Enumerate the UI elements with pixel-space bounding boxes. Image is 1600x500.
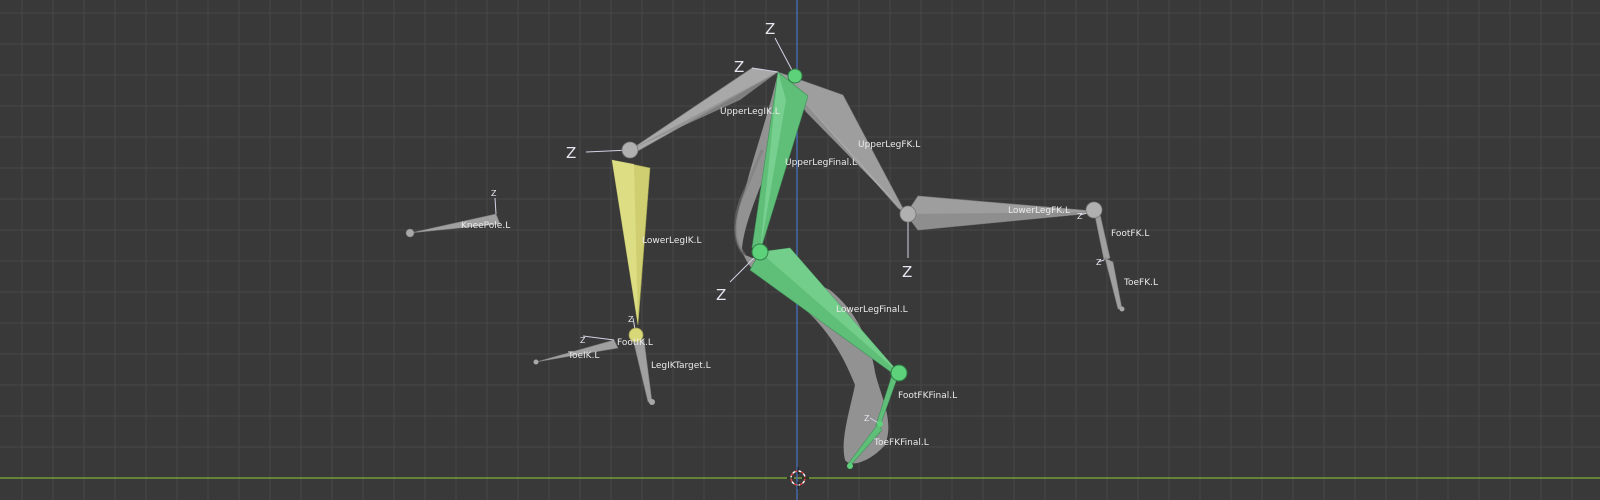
axis-z-knee-final: Z	[716, 286, 726, 304]
label-lowerlegfk: LowerLegFK.L	[1008, 206, 1070, 216]
axis-z-footik: Z	[628, 315, 634, 324]
label-footik: FootIK.L	[617, 338, 653, 348]
label-upperlegik: UpperLegIK.L	[720, 107, 780, 117]
joint-ankle-final	[890, 364, 908, 382]
bone-footfk[interactable]	[1093, 210, 1111, 261]
label-lowerlegfinal: LowerLegFinal.L	[836, 305, 908, 315]
label-kneepole: KneePole.L	[461, 221, 510, 231]
joint-knee-fk	[899, 205, 917, 223]
viewport-canvas[interactable]: Z Z Z Z Z Z Z Z Z Z Z UpperLegIK.L Upper…	[0, 0, 1600, 500]
axis-z-hip: Z	[765, 20, 775, 38]
axis-z-toeik: Z	[580, 336, 586, 345]
label-toefkfinal: ToeFKFinal.L	[873, 438, 929, 448]
label-upperlegfk: UpperLegFK.L	[858, 140, 920, 150]
3d-viewport[interactable]: Z Z Z Z Z Z Z Z Z Z Z UpperLegIK.L Upper…	[0, 0, 1600, 500]
joint-toe-final	[877, 421, 883, 427]
joint-ankle-fk	[1085, 201, 1103, 219]
axis-z-upperlegik: Z	[566, 144, 576, 162]
axis-z-toefk: Z	[1096, 258, 1102, 267]
label-toefk: ToeFK.L	[1123, 278, 1158, 288]
joint-toeik-tail	[533, 359, 539, 365]
label-legiktarget: LegIKTarget.L	[651, 361, 711, 371]
joint-upperlegik-tail	[621, 141, 639, 159]
bone-toefk[interactable]	[1104, 257, 1123, 310]
joint-knee-final	[751, 243, 769, 261]
axis-z-hip-side: Z	[734, 58, 744, 76]
label-footfk: FootFK.L	[1111, 229, 1149, 239]
axis-z-footfk: Z	[1077, 212, 1083, 221]
joint-kneepole-head	[405, 228, 415, 238]
axis-z-knee-fk: Z	[902, 263, 912, 281]
label-upperlegfinal: UpperLegFinal.L	[785, 158, 857, 168]
axis-z-kneepole: Z	[491, 189, 497, 198]
joint-legiktarget-tail	[649, 399, 655, 405]
axis-z-toefinal: Z	[864, 414, 870, 423]
label-toeik: ToeIK.L	[567, 351, 599, 361]
joint-toefinal-tail	[847, 463, 853, 469]
joint-toefk-tail	[1119, 306, 1125, 312]
label-lowerlegik: LowerLegIK.L	[642, 236, 702, 246]
joint-hip	[787, 68, 803, 84]
label-footfkfinal: FootFKFinal.L	[898, 391, 957, 401]
